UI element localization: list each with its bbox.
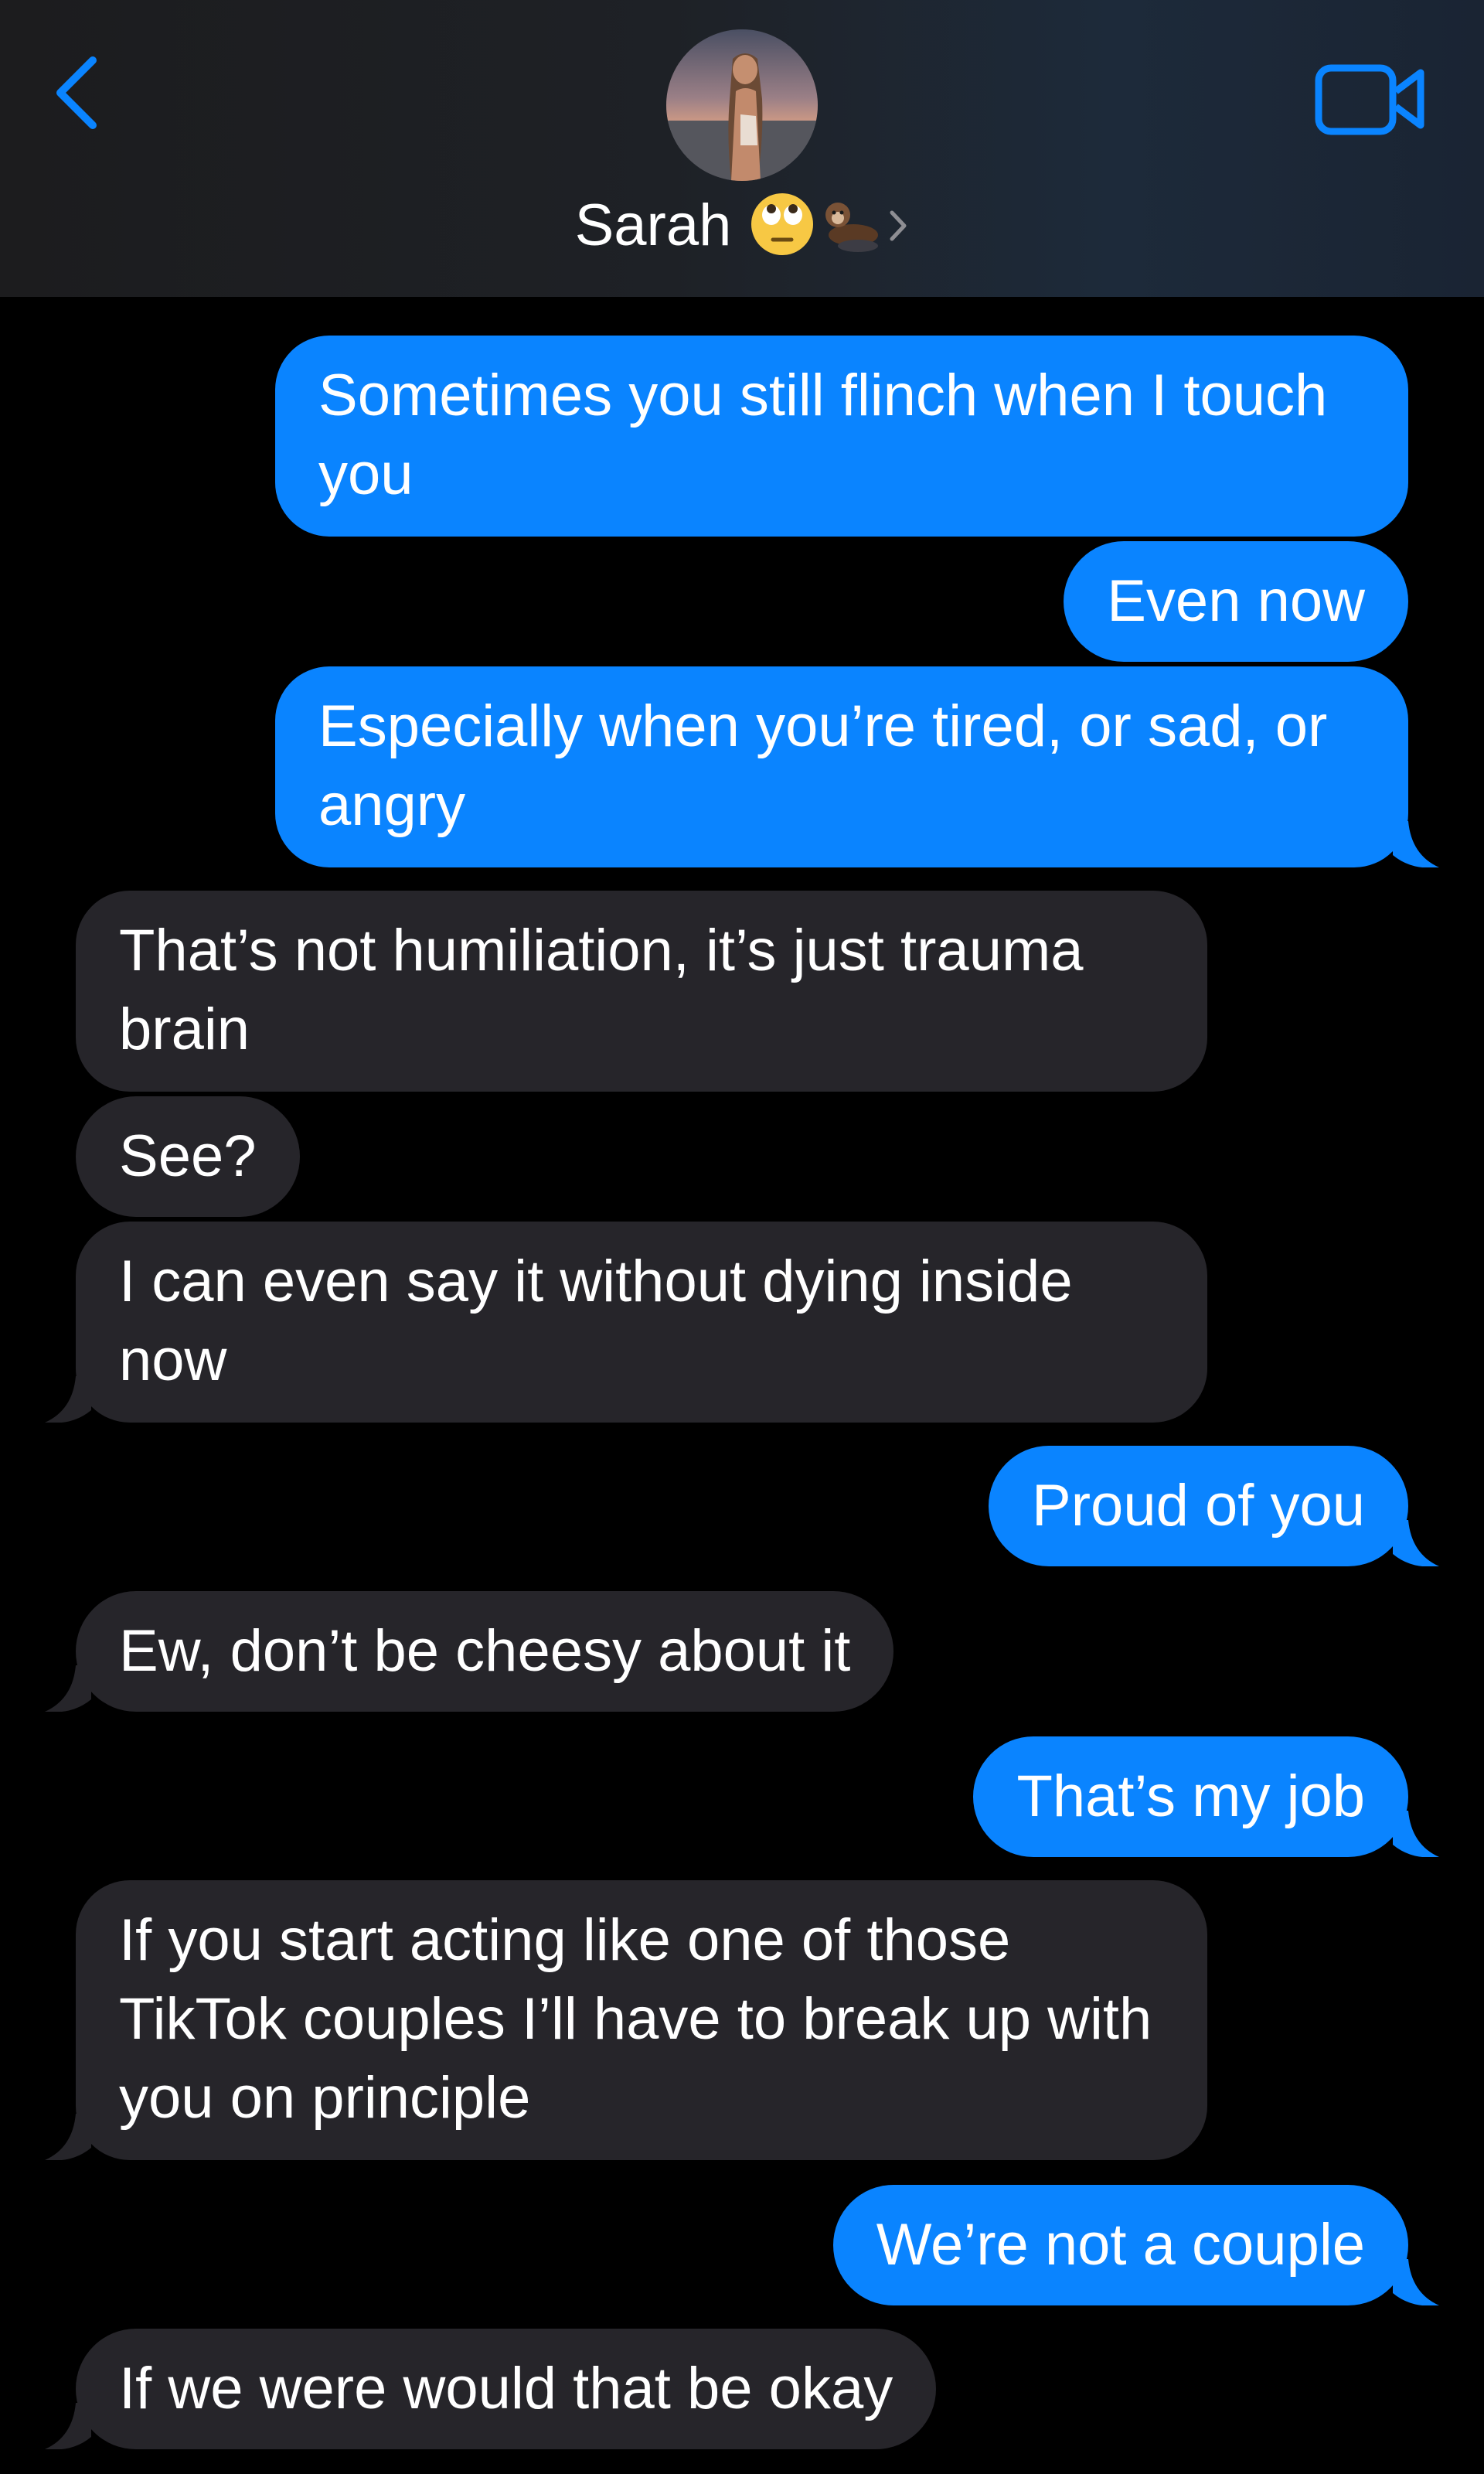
message-text: If we were would that be okay <box>119 2356 893 2421</box>
message-text: That’s not humiliation, it’s just trauma… <box>119 918 1084 1062</box>
avatar-photo <box>666 29 818 181</box>
contact-name: Sarah <box>574 193 732 258</box>
otter-emoji-icon <box>818 192 883 261</box>
received-message-bubble[interactable]: That’s not humiliation, it’s just trauma… <box>76 891 1207 1092</box>
sent-message-bubble[interactable]: That’s my job <box>973 1736 1408 1857</box>
sent-message-bubble[interactable]: Even now <box>1064 541 1408 662</box>
message-text: Especially when you’re tired, or sad, or… <box>318 693 1328 838</box>
message-text: Even now <box>1107 568 1365 634</box>
video-camera-icon <box>1315 64 1424 135</box>
sent-message-bubble[interactable]: Proud of you <box>989 1446 1408 1566</box>
contact-avatar[interactable] <box>666 29 818 181</box>
message-text: See? <box>119 1123 257 1189</box>
sent-message-bubble[interactable]: Sometimes you still flinch when I touch … <box>275 336 1408 537</box>
received-message-bubble[interactable]: See? <box>76 1096 300 1217</box>
sent-message-bubble[interactable]: Especially when you’re tired, or sad, or… <box>275 666 1408 867</box>
facetime-video-button[interactable] <box>1314 62 1428 136</box>
back-button[interactable] <box>51 54 105 131</box>
message-text: Proud of you <box>1032 1473 1365 1539</box>
sent-message-bubble[interactable]: We’re not a couple <box>832 2185 1408 2305</box>
message-text: I can even say it without dying inside n… <box>119 1249 1073 1393</box>
message-text: Sometimes you still flinch when I touch … <box>318 363 1328 507</box>
message-text: Ew, don’t be cheesy about it <box>119 1618 851 1684</box>
received-message-bubble[interactable]: If you start acting like one of those Ti… <box>76 1880 1207 2160</box>
received-message-bubble[interactable]: Ew, don’t be cheesy about it <box>76 1591 894 1712</box>
message-text: If you start acting like one of those Ti… <box>119 1907 1152 2131</box>
contact-details-button[interactable]: Sarah <box>0 187 1484 264</box>
chevron-right-icon <box>890 210 907 241</box>
received-message-bubble[interactable]: If we were would that be okay <box>76 2329 937 2449</box>
conversation-header: Sarah <box>0 0 1484 297</box>
chevron-left-icon <box>56 56 97 129</box>
eye-roll-emoji-icon <box>750 192 815 261</box>
received-message-bubble[interactable]: I can even say it without dying inside n… <box>76 1222 1207 1423</box>
message-text: We’re not a couple <box>876 2212 1365 2278</box>
message-text: That’s my job <box>1016 1763 1365 1829</box>
